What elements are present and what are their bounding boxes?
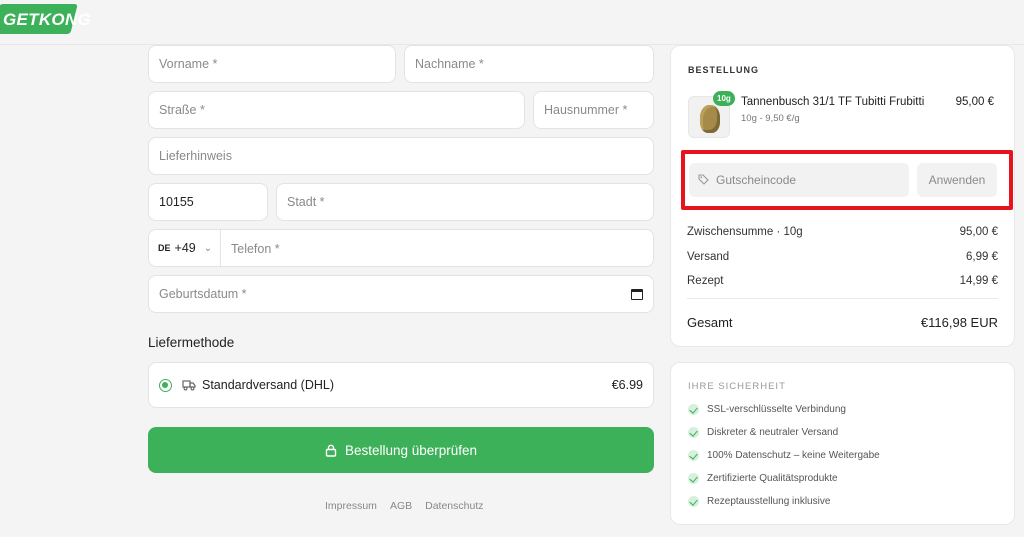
phone-country-select[interactable]: DE +49 ⌄ bbox=[149, 230, 221, 266]
footer-link-datenschutz[interactable]: Datenschutz bbox=[425, 500, 483, 512]
logo-text: GETKONG bbox=[3, 10, 92, 29]
order-summary-title: BESTELLUNG bbox=[688, 65, 760, 75]
truck-icon bbox=[182, 380, 196, 391]
security-item: SSL-verschlüsselte Verbindung bbox=[688, 404, 846, 415]
shipping-method-name: Standardversand (DHL) bbox=[202, 378, 335, 392]
check-icon bbox=[688, 404, 699, 415]
footer-link-impressum[interactable]: Impressum bbox=[325, 500, 377, 512]
tag-icon bbox=[698, 174, 709, 185]
product-image bbox=[700, 105, 720, 133]
delivery-note-field[interactable]: Lieferhinweis bbox=[148, 137, 654, 175]
footer-links: Impressum AGB Datenschutz bbox=[325, 500, 484, 512]
shipping-cost-value: 6,99 € bbox=[966, 251, 998, 263]
product-price: 95,00 € bbox=[955, 96, 994, 108]
shipping-cost-row: Versand 6,99 € bbox=[687, 251, 998, 263]
review-order-button[interactable]: Bestellung überprüfen bbox=[148, 427, 654, 473]
last-name-field[interactable]: Nachname * bbox=[404, 45, 654, 83]
first-name-placeholder: Vorname * bbox=[159, 57, 218, 71]
prescription-row: Rezept 14,99 € bbox=[687, 275, 998, 287]
postal-code-value: 10155 bbox=[159, 195, 194, 209]
check-icon bbox=[688, 450, 699, 461]
security-card: IHRE SICHERHEIT SSL-verschlüsselte Verbi… bbox=[670, 362, 1015, 525]
check-icon bbox=[688, 427, 699, 438]
calendar-icon[interactable] bbox=[631, 289, 643, 300]
phone-placeholder: Telefon * bbox=[231, 242, 280, 256]
coupon-placeholder: Gutscheincode bbox=[716, 173, 797, 187]
delivery-note-placeholder: Lieferhinweis bbox=[159, 149, 232, 163]
check-icon bbox=[688, 473, 699, 484]
dial-code: +49 bbox=[174, 241, 196, 255]
last-name-placeholder: Nachname * bbox=[415, 57, 484, 71]
city-field[interactable]: Stadt * bbox=[276, 183, 654, 221]
shipping-section-title: Liefermethode bbox=[148, 335, 235, 350]
subtotal-row: Zwischensumme · 10g 95,00 € bbox=[687, 226, 998, 238]
birthdate-field[interactable]: Geburtsdatum * bbox=[148, 275, 654, 313]
footer-link-agb[interactable]: AGB bbox=[390, 500, 412, 512]
prescription-value: 14,99 € bbox=[959, 275, 998, 287]
subtotal-value: 95,00 € bbox=[959, 226, 998, 238]
birthdate-placeholder: Geburtsdatum * bbox=[159, 287, 247, 301]
prescription-label: Rezept bbox=[687, 275, 724, 287]
chevron-down-icon: ⌄ bbox=[203, 242, 213, 254]
product-detail: 10g - 9,50 €/g bbox=[741, 113, 800, 124]
security-item: Rezeptausstellung inklusive bbox=[688, 496, 830, 507]
first-name-field[interactable]: Vorname * bbox=[148, 45, 396, 83]
shipping-method-price: €6.99 bbox=[611, 378, 643, 392]
house-number-field[interactable]: Hausnummer * bbox=[533, 91, 654, 129]
brand-logo[interactable]: GETKONG bbox=[0, 4, 91, 36]
shipping-radio-selected[interactable] bbox=[159, 379, 172, 392]
security-item-text: Diskreter & neutraler Versand bbox=[707, 427, 839, 438]
country-code: DE bbox=[158, 243, 171, 253]
security-item-text: SSL-verschlüsselte Verbindung bbox=[707, 404, 846, 415]
product-name: Tannenbusch 31/1 TF Tubitti Frubitti bbox=[741, 96, 925, 108]
house-number-placeholder: Hausnummer * bbox=[544, 103, 628, 117]
city-placeholder: Stadt * bbox=[287, 195, 325, 209]
shipping-option-dhl[interactable]: Standardversand (DHL) €6.99 bbox=[148, 362, 654, 408]
shipping-cost-label: Versand bbox=[687, 251, 730, 263]
street-placeholder: Straße * bbox=[159, 103, 205, 117]
security-item: Zertifizierte Qualitätsprodukte bbox=[688, 473, 838, 484]
postal-code-field[interactable]: 10155 bbox=[148, 183, 268, 221]
check-icon bbox=[688, 496, 699, 507]
phone-field[interactable]: DE +49 ⌄ Telefon * bbox=[148, 229, 654, 267]
product-quantity-badge: 10g bbox=[713, 91, 735, 106]
subtotal-label: Zwischensumme · 10g bbox=[687, 226, 803, 238]
total-label: Gesamt bbox=[687, 315, 733, 330]
coupon-code-input[interactable]: Gutscheincode bbox=[689, 163, 909, 197]
security-item-text: Rezeptausstellung inklusive bbox=[707, 496, 831, 507]
total-row: Gesamt €116,98 EUR bbox=[687, 315, 998, 330]
lock-icon bbox=[325, 444, 337, 457]
summary-divider bbox=[687, 298, 998, 299]
security-title: IHRE SICHERHEIT bbox=[688, 381, 786, 392]
street-field[interactable]: Straße * bbox=[148, 91, 525, 129]
security-item: Diskreter & neutraler Versand bbox=[688, 427, 838, 438]
security-item-text: Zertifizierte Qualitätsprodukte bbox=[707, 473, 838, 484]
review-order-label: Bestellung überprüfen bbox=[344, 442, 478, 458]
security-item: 100% Datenschutz – keine Weitergabe bbox=[688, 450, 880, 461]
apply-coupon-button[interactable]: Anwenden bbox=[917, 163, 997, 197]
security-item-text: 100% Datenschutz – keine Weitergabe bbox=[707, 450, 880, 461]
apply-coupon-label: Anwenden bbox=[928, 173, 986, 187]
total-value: €116,98 EUR bbox=[920, 315, 998, 330]
